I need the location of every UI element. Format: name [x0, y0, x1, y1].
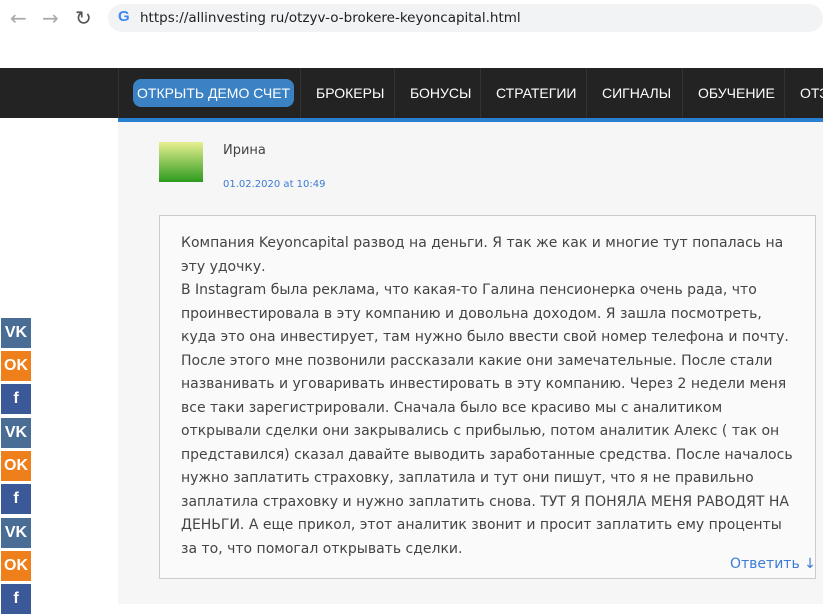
address-bar[interactable]: G https://allinvesting ru/otzyv-o-broker… — [108, 4, 823, 32]
comment-date[interactable]: 01.02.2020 at 10:49 — [223, 179, 325, 190]
ok-share-icon[interactable]: OK — [1, 351, 31, 381]
comment-author: Ирина — [223, 143, 266, 158]
google-icon: G — [118, 8, 130, 25]
vk-share-icon[interactable]: VK — [1, 318, 31, 348]
nav-bonuses[interactable]: БОНУСЫ — [394, 68, 486, 118]
ok-share-icon[interactable]: OK — [1, 551, 31, 581]
facebook-share-icon[interactable]: f — [1, 484, 31, 514]
reply-link[interactable]: Ответить ↓ — [730, 556, 816, 572]
browser-toolbar: ← → ↻ G https://allinvesting ru/otzyv-o-… — [0, 0, 823, 36]
reload-icon[interactable]: ↻ — [75, 6, 92, 30]
comment-text: Компания Keyoncapital развод на деньги. … — [181, 235, 793, 557]
url-text[interactable]: https://allinvesting ru/otzyv-o-brokere-… — [140, 10, 521, 26]
ok-share-icon[interactable]: OK — [1, 451, 31, 481]
avatar — [159, 142, 203, 182]
nav-strategies[interactable]: СТРАТЕГИИ — [480, 68, 591, 118]
main-nav: ОТКРЫТЬ ДЕМО СЧЕТ БРОКЕРЫ БОНУСЫ СТРАТЕГ… — [0, 68, 823, 118]
nav-signals[interactable]: СИГНАЛЫ — [586, 68, 686, 118]
back-icon[interactable]: ← — [10, 6, 27, 30]
vk-share-icon[interactable]: VK — [1, 518, 31, 548]
facebook-share-icon[interactable]: f — [1, 384, 31, 414]
forward-icon[interactable]: → — [42, 6, 59, 30]
nav-demo-account[interactable]: ОТКРЫТЬ ДЕМО СЧЕТ — [118, 68, 308, 118]
vk-share-icon[interactable]: VK — [1, 418, 31, 448]
nav-education[interactable]: ОБУЧЕНИЕ — [682, 68, 790, 118]
nav-brokers[interactable]: БРОКЕРЫ — [300, 68, 399, 118]
facebook-share-icon[interactable]: f — [1, 584, 31, 614]
nav-reviews[interactable]: ОТЗ — [784, 68, 823, 118]
demo-button[interactable]: ОТКРЫТЬ ДЕМО СЧЕТ — [133, 79, 295, 107]
